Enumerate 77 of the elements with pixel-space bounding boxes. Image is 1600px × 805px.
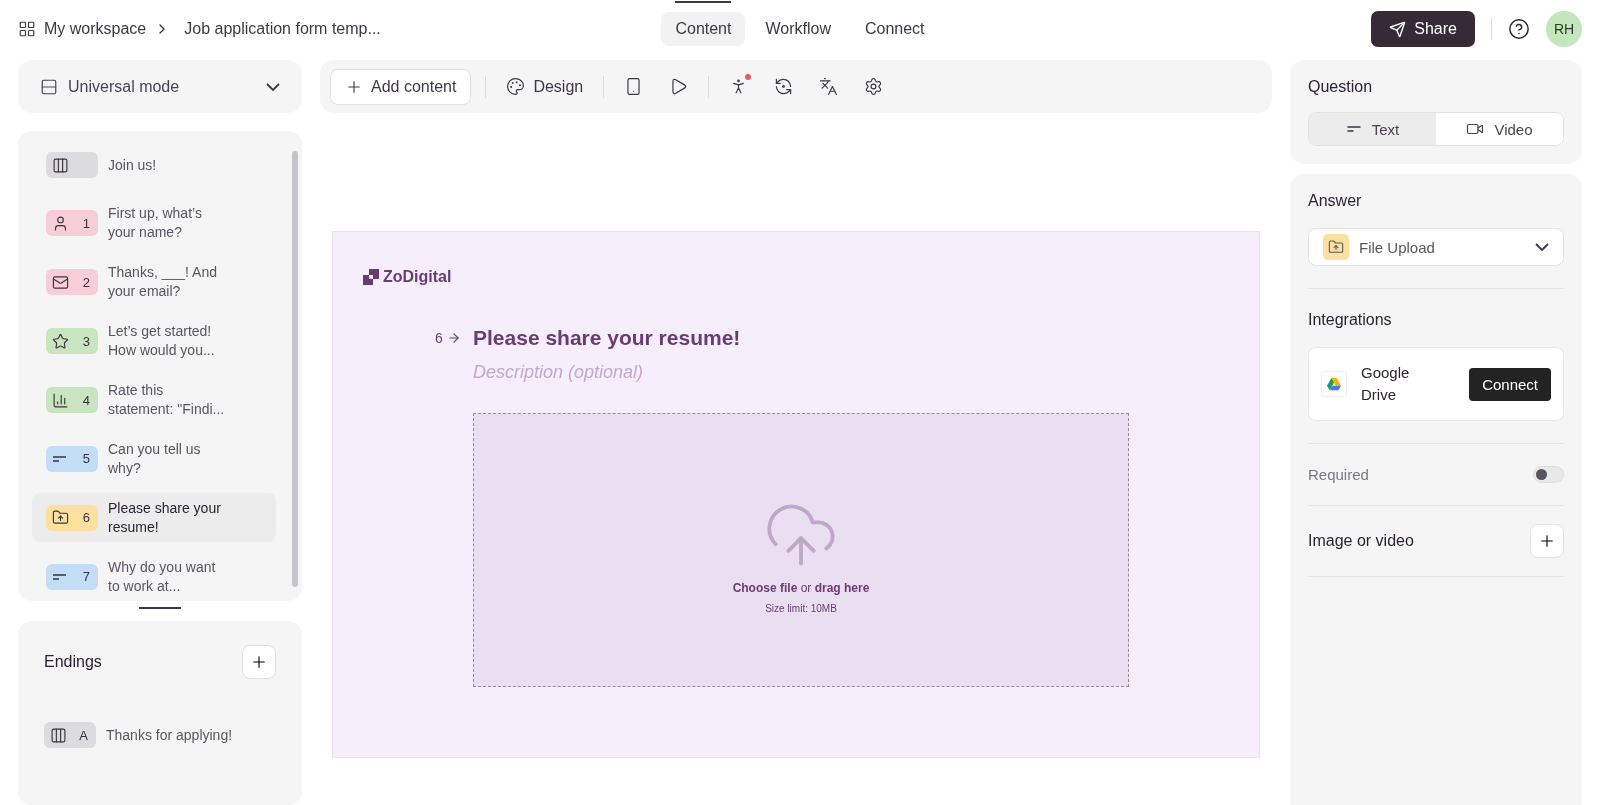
add-ending-button[interactable] [242,645,276,679]
section-title: Answer [1308,192,1363,210]
question-number: 6 [435,330,443,346]
folder-upload-icon [1323,234,1349,260]
chevron-down-icon [1535,243,1549,251]
question-type-chip: 5 [46,445,98,472]
question-item[interactable]: 7 Why do you want to work at... [32,552,276,601]
form-title: Job application form temp... [184,20,381,38]
drive-logo-icon [1321,371,1347,397]
required-label: Required [1308,466,1369,483]
send-icon [1389,20,1407,38]
question-type-chip: 3 [46,328,98,355]
integration-name: Google Drive [1361,363,1411,405]
question-item[interactable]: 1 First up, what’s your name? [32,199,276,248]
question-type-chip: 6 [46,504,98,531]
question-item[interactable]: 5 Can you tell us why? [32,434,276,484]
question-item[interactable]: Join us! [32,141,276,189]
media-label: Image or video [1308,532,1414,550]
question-type-chip: 7 [46,563,98,590]
workspace-link[interactable]: My workspace [44,20,147,38]
play-icon [669,77,689,96]
question-type-chip: 1 [46,210,98,237]
ending-icon [50,726,67,744]
question-item[interactable]: 3 Let’s get started! How would you... [32,316,276,366]
star-icon [52,332,69,350]
design-button[interactable]: Design [500,71,590,102]
statement-icon [52,156,69,174]
question-item[interactable]: 6 Please share your resume! [32,493,276,543]
required-toggle[interactable] [1533,466,1564,483]
scrollbar[interactable] [292,151,298,587]
user-avatar[interactable]: RH [1546,11,1582,47]
folder-upload-icon [52,509,69,527]
answer-type-select[interactable]: File Upload [1308,228,1564,266]
person-icon [52,214,69,232]
question-item[interactable]: 2 Thanks, ___! And your email? [32,257,276,307]
mode-select[interactable]: Universal mode [18,60,302,113]
brand-logo: ZoDigital [383,268,452,286]
arrow-right-icon [446,331,461,345]
size-limit: Size limit: 10MB [765,602,837,614]
resize-handle[interactable] [139,607,181,609]
notification-dot [745,74,752,80]
nav-tab[interactable]: Workflow [751,12,845,46]
section-title: Question [1308,78,1374,96]
share-button[interactable]: Share [1371,11,1475,47]
plus-icon [250,653,268,671]
section-title: Integrations [1308,311,1393,329]
logo-icon [363,269,379,285]
connect-button[interactable]: Connect [1469,367,1551,401]
question-title: Please share your resume! [473,326,742,350]
ending-item[interactable]: A Thanks for applying! [44,711,276,759]
grid-icon [18,20,36,38]
question-type-tab[interactable]: Text [1309,113,1436,145]
refresh-icon [774,77,794,96]
file-drop-zone[interactable]: Choose file or drag here Size limit: 10MB [473,413,1129,687]
bar-chart-icon [52,391,69,409]
chevron-down-icon [266,82,280,91]
add-content-button[interactable]: Add content [330,68,472,105]
endings-title: Endings [44,653,102,671]
help-icon[interactable] [1508,18,1530,40]
palette-icon [506,77,526,96]
plus-icon [1538,532,1556,550]
short-text-icon [52,573,67,580]
settings-icon [864,77,884,96]
add-media-button[interactable] [1530,524,1564,558]
question-item[interactable]: 4 Rate this statement: "Findi... [32,375,276,425]
upload-instructions: Choose file or drag here [732,580,870,595]
nav-tab[interactable]: Connect [850,12,939,46]
short-text-icon [52,455,67,462]
question-type-chip: 2 [46,269,98,296]
short-text-icon [1345,126,1362,132]
description-field[interactable]: Description (optional) [473,362,773,383]
rows-icon [40,77,58,96]
ending-chip: A [44,722,96,748]
active-tab-indicator [675,1,732,3]
question-type-chip: 4 [46,387,98,413]
envelope-icon [52,273,69,291]
translate-icon [819,77,839,96]
